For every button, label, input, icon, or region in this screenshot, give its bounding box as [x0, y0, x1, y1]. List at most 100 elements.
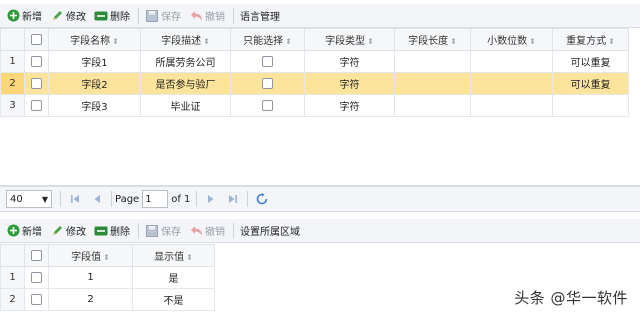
floppy-icon: [145, 9, 159, 23]
cell-select-only-checkbox[interactable]: [230, 72, 305, 95]
save-button[interactable]: 保存: [142, 221, 184, 241]
row-checkbox[interactable]: [24, 50, 49, 73]
column-header-repeat-mode[interactable]: 重复方式 ⬍: [552, 28, 629, 51]
add-label: 新增: [22, 227, 42, 238]
edit-label: 修改: [66, 227, 86, 238]
sort-icon[interactable]: ⬍: [112, 37, 119, 46]
cell-field-desc[interactable]: 是否参与验厂: [140, 72, 231, 95]
sort-icon[interactable]: ⬍: [285, 37, 292, 46]
row-checkbox[interactable]: [24, 288, 49, 311]
column-header-display-value[interactable]: 显示值 ⬍: [132, 244, 215, 267]
first-page-icon[interactable]: [66, 190, 84, 208]
cell-field-name[interactable]: 字段1: [48, 50, 141, 73]
table-row[interactable]: 2 2 不是: [0, 288, 215, 311]
cell-repeat-mode[interactable]: 可以重复: [552, 50, 629, 73]
value-grid: 字段值 ⬍ 显示值 ⬍ 1 1 是 2 2 不是: [0, 244, 215, 311]
sort-icon[interactable]: ⬍: [103, 253, 110, 262]
pager-divider: [196, 191, 198, 207]
page-number-input[interactable]: 1: [142, 190, 169, 208]
select-all-checkbox[interactable]: [24, 244, 49, 267]
delete-label: 删除: [110, 12, 130, 23]
column-header-field-name[interactable]: 字段名称 ⬍: [48, 28, 141, 51]
prev-page-icon[interactable]: [88, 190, 106, 208]
table-row[interactable]: 1 1 是: [0, 266, 215, 289]
grid-header-row: 字段值 ⬍ 显示值 ⬍: [0, 244, 215, 267]
refresh-icon[interactable]: [253, 190, 271, 208]
sort-icon[interactable]: ⬍: [203, 37, 210, 46]
top-toolbar: 新增 修改 删除 保存 撤销 语言管理: [0, 4, 640, 28]
cell-decimals[interactable]: [470, 50, 553, 73]
undo-button[interactable]: 撤销: [186, 221, 228, 241]
watermark-text: 头条 @华一软件: [514, 289, 628, 307]
edit-button[interactable]: 修改: [47, 6, 89, 26]
row-number: 3: [0, 94, 25, 117]
undo-icon: [189, 9, 203, 23]
cell-field-type[interactable]: 字符: [304, 50, 395, 73]
set-area-button[interactable]: 设置所属区域: [237, 221, 303, 241]
column-header-field-value[interactable]: 字段值 ⬍: [48, 244, 133, 267]
cell-repeat-mode[interactable]: [552, 94, 629, 117]
row-number: 1: [0, 50, 25, 73]
row-number: 2: [0, 288, 25, 311]
cell-select-only-checkbox[interactable]: [230, 94, 305, 117]
cell-select-only-checkbox[interactable]: [230, 50, 305, 73]
row-checkbox[interactable]: [24, 266, 49, 289]
last-page-icon[interactable]: [224, 190, 242, 208]
grid-header-row: 字段名称 ⬍ 字段描述 ⬍ 只能选择 ⬍ 字段类型 ⬍ 字段长度 ⬍ 小数位数 ⬍ 重复方式…: [0, 28, 629, 51]
sort-icon[interactable]: ⬍: [450, 37, 457, 46]
cell-field-length[interactable]: [394, 94, 471, 117]
save-button[interactable]: 保存: [142, 6, 184, 26]
column-header-field-type[interactable]: 字段类型 ⬍: [304, 28, 395, 51]
edit-label: 修改: [66, 12, 86, 23]
cell-field-type[interactable]: 字符: [304, 94, 395, 117]
toolbar-divider: [233, 222, 234, 239]
cell-field-name[interactable]: 字段2: [48, 72, 141, 95]
cell-field-value[interactable]: 1: [48, 266, 133, 289]
sort-icon[interactable]: ⬍: [186, 253, 193, 262]
table-row[interactable]: 1 字段1 所属劳务公司 字符 可以重复: [0, 50, 629, 73]
undo-icon: [189, 224, 203, 238]
cell-field-length[interactable]: [394, 50, 471, 73]
cell-field-type[interactable]: 字符: [304, 72, 395, 95]
plus-icon: [6, 224, 20, 238]
cell-decimals[interactable]: [470, 94, 553, 117]
sort-icon[interactable]: ⬍: [529, 37, 536, 46]
row-checkbox[interactable]: [24, 72, 49, 95]
pager-divider: [247, 191, 249, 207]
cell-decimals[interactable]: [470, 72, 553, 95]
cell-display-value[interactable]: 不是: [132, 288, 215, 311]
toolbar-divider: [138, 7, 139, 24]
delete-button[interactable]: 删除: [91, 6, 133, 26]
cell-field-desc[interactable]: 所属劳务公司: [140, 50, 231, 73]
add-button[interactable]: 新增: [3, 6, 45, 26]
row-checkbox[interactable]: [24, 94, 49, 117]
undo-button[interactable]: 撤销: [186, 6, 228, 26]
row-number: 1: [0, 266, 25, 289]
cell-field-length[interactable]: [394, 72, 471, 95]
column-header-decimals[interactable]: 小数位数 ⬍: [470, 28, 553, 51]
pager-divider: [111, 191, 112, 207]
sort-icon[interactable]: ⬍: [367, 37, 374, 46]
next-page-icon[interactable]: [202, 190, 220, 208]
sort-icon[interactable]: ⬍: [608, 37, 615, 46]
table-row[interactable]: 3 字段3 毕业证 字符: [0, 94, 629, 117]
minus-icon: [94, 224, 108, 238]
cell-repeat-mode[interactable]: 可以重复: [552, 72, 629, 95]
cell-field-value[interactable]: 2: [48, 288, 133, 311]
column-header-field-length[interactable]: 字段长度 ⬍: [394, 28, 471, 51]
table-row-selected[interactable]: 2 字段2 是否参与验厂 字符 可以重复: [0, 72, 629, 95]
cell-field-desc[interactable]: 毕业证: [140, 94, 231, 117]
pagination-bar: 40 ▼ Page 1 of 1: [0, 186, 640, 212]
bottom-toolbar: 新增 修改 删除 保存 撤销 设置所属区域: [0, 219, 640, 243]
delete-button[interactable]: 删除: [91, 221, 133, 241]
page-size-select[interactable]: 40 ▼: [6, 190, 52, 208]
cell-display-value[interactable]: 是: [132, 266, 215, 289]
floppy-icon: [145, 224, 159, 238]
select-all-checkbox[interactable]: [24, 28, 49, 51]
cell-field-name[interactable]: 字段3: [48, 94, 141, 117]
language-management-button[interactable]: 语言管理: [237, 6, 283, 26]
add-button[interactable]: 新增: [3, 221, 45, 241]
column-header-select-only[interactable]: 只能选择 ⬍: [230, 28, 305, 51]
column-header-field-desc[interactable]: 字段描述 ⬍: [140, 28, 231, 51]
edit-button[interactable]: 修改: [47, 221, 89, 241]
